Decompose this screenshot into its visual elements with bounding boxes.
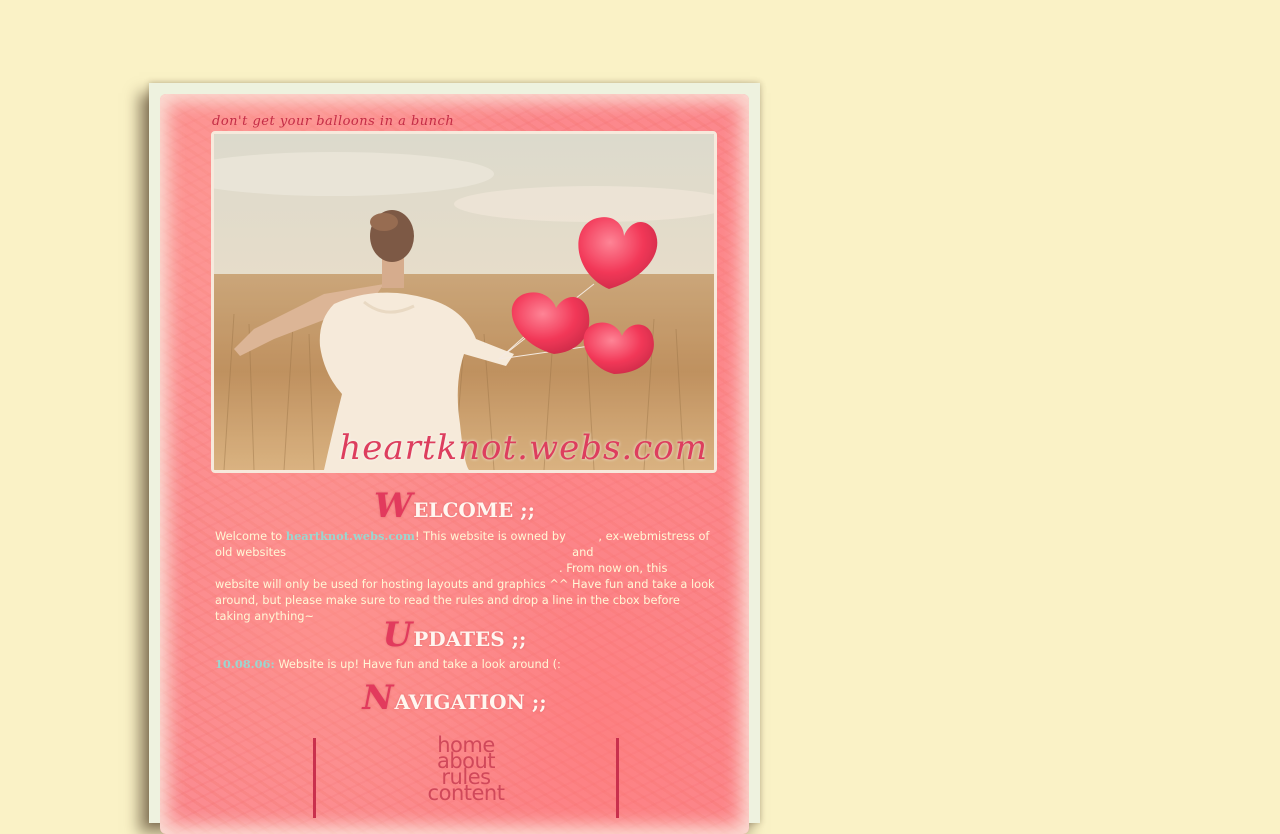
- welcome-heading-initial: W: [374, 486, 413, 526]
- content-panel: don't get your balloons in a bunch heart…: [160, 94, 749, 834]
- site-tagline: don't get your balloons in a bunch: [212, 114, 455, 129]
- update-date: 10.08.06:: [215, 657, 275, 671]
- navigation-menu: home about rules content: [313, 735, 619, 818]
- welcome-text: Welcome to heartknot.webs.com! This webs…: [215, 528, 715, 624]
- updates-heading-initial: U: [382, 615, 413, 655]
- updates-heading: UPDATES ;;: [160, 615, 749, 655]
- old-website-link-1[interactable]: [290, 545, 569, 559]
- nav-link-content[interactable]: content: [316, 783, 616, 804]
- header-image: heartknot.webs.com: [211, 131, 717, 473]
- layout-card: don't get your balloons in a bunch heart…: [149, 83, 760, 834]
- update-text: Website is up! Have fun and take a look …: [274, 657, 561, 671]
- welcome-heading-text: ELCOME ;;: [413, 498, 535, 522]
- update-entry: 10.08.06: Website is up! Have fun and ta…: [215, 656, 715, 672]
- welcome-text-part-1: Welcome to: [215, 529, 286, 543]
- navigation-heading-text: AVIGATION ;;: [394, 690, 547, 714]
- navigation-list: home about rules content: [316, 735, 616, 804]
- navigation-heading-initial: N: [362, 678, 394, 718]
- old-website-link-2[interactable]: [215, 561, 559, 575]
- welcome-text-part-4: and: [568, 545, 594, 559]
- header-photo-illustration: [214, 134, 714, 470]
- site-link[interactable]: heartknot.webs.com: [286, 529, 415, 543]
- owner-link[interactable]: [569, 529, 598, 543]
- welcome-heading: WELCOME ;;: [160, 486, 749, 526]
- navigation-heading: NAVIGATION ;;: [160, 678, 749, 718]
- updates-heading-text: PDATES ;;: [413, 627, 527, 651]
- site-name-logo: heartknot.webs.com: [339, 428, 708, 468]
- welcome-text-part-2: ! This website is owned by: [414, 529, 570, 543]
